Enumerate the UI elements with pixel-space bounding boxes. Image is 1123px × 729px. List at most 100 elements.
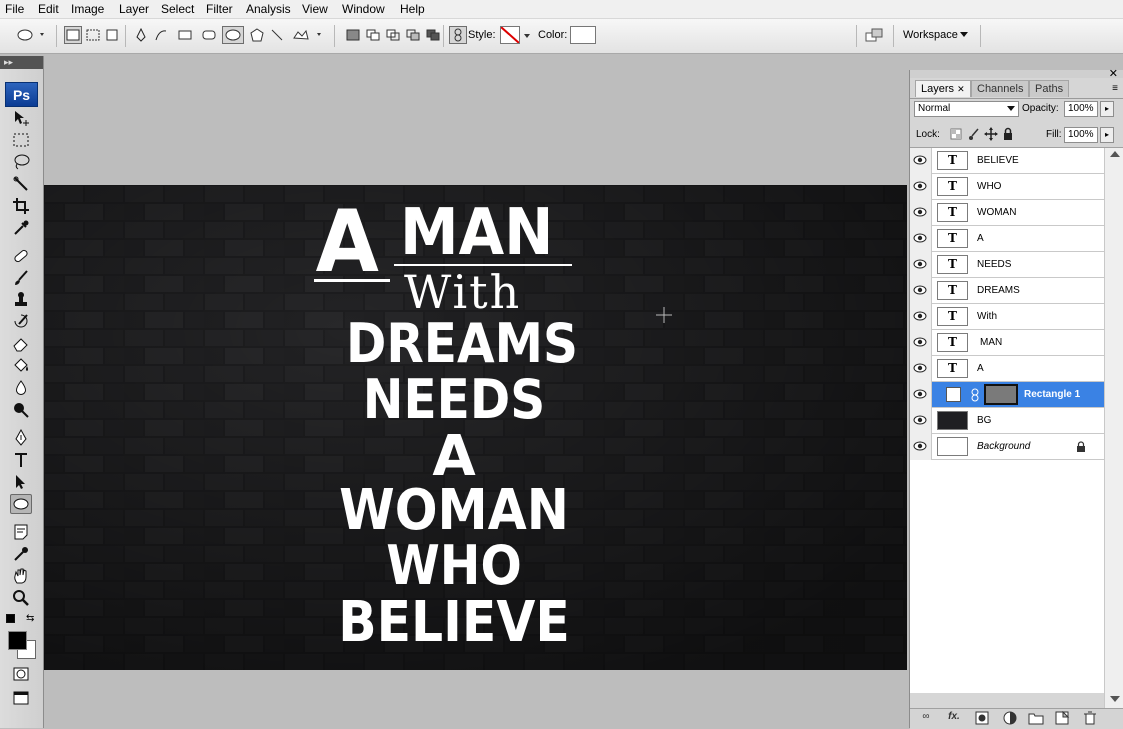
tool-preset-picker[interactable]	[14, 26, 48, 44]
lasso-tool[interactable]	[10, 152, 32, 172]
blur-tool[interactable]	[10, 378, 32, 398]
visibility-eye-icon[interactable]	[913, 336, 927, 348]
visibility-eye-icon[interactable]	[913, 284, 927, 296]
menu-image[interactable]: Image	[71, 2, 104, 16]
opacity-input[interactable]: 100%	[1064, 101, 1098, 117]
visibility-eye-icon[interactable]	[913, 232, 927, 244]
rectangle-shape-button[interactable]	[176, 26, 194, 44]
panel-title-bar[interactable]: ✕	[910, 68, 1123, 80]
visibility-eye-icon[interactable]	[913, 362, 927, 374]
delete-layer-trash-icon[interactable]	[1082, 711, 1098, 725]
menu-layer[interactable]: Layer	[119, 2, 149, 16]
brush-tool[interactable]	[10, 268, 32, 288]
visibility-eye-icon[interactable]	[913, 180, 927, 192]
shape-layers-mode-button[interactable]	[64, 26, 82, 44]
tab-close-icon[interactable]: ✕	[957, 84, 965, 94]
layer-row[interactable]: BG	[910, 408, 1104, 434]
layer-row[interactable]: T With	[910, 304, 1104, 330]
default-colors-icon[interactable]	[6, 614, 15, 623]
paint-bucket-tool[interactable]	[10, 356, 32, 376]
hand-tool[interactable]	[10, 566, 32, 586]
swap-colors-icon[interactable]: ⇆	[26, 613, 34, 624]
ellipse-tool[interactable]	[10, 494, 32, 514]
type-tool[interactable]	[10, 450, 32, 470]
link-style-button[interactable]	[449, 26, 467, 44]
crop-tool[interactable]	[10, 196, 32, 216]
history-brush-tool[interactable]	[10, 312, 32, 332]
visibility-eye-icon[interactable]	[913, 206, 927, 218]
menu-view[interactable]: View	[302, 2, 328, 16]
link-layers-icon[interactable]: ∞	[918, 711, 934, 725]
workspace-menu[interactable]: Workspace	[903, 26, 973, 44]
pen-tool[interactable]	[10, 428, 32, 448]
intersect-shape-area-button[interactable]	[404, 26, 422, 44]
visibility-eye-icon[interactable]	[913, 440, 927, 452]
visibility-eye-icon[interactable]	[913, 258, 927, 270]
menu-edit[interactable]: Edit	[38, 2, 59, 16]
subtract-shape-area-button[interactable]	[384, 26, 402, 44]
lock-position-move-icon[interactable]	[984, 127, 998, 141]
healing-brush-tool[interactable]	[10, 246, 32, 266]
marquee-tool[interactable]	[10, 130, 32, 150]
custom-shape-button[interactable]	[290, 26, 324, 44]
chain-link-icon[interactable]	[971, 388, 979, 402]
clone-stamp-tool[interactable]	[10, 290, 32, 310]
rounded-rectangle-button[interactable]	[200, 26, 218, 44]
menu-help[interactable]: Help	[400, 2, 425, 16]
layer-row[interactable]: T BELIEVE	[910, 148, 1104, 174]
color-sampler-tool[interactable]	[10, 544, 32, 564]
style-picker[interactable]	[500, 26, 520, 44]
notes-tool[interactable]	[10, 522, 32, 542]
lock-all-padlock-icon[interactable]	[1002, 127, 1014, 141]
layers-scrollbar[interactable]	[1104, 148, 1123, 708]
menu-analysis[interactable]: Analysis	[246, 2, 291, 16]
line-shape-button[interactable]	[268, 26, 286, 44]
path-selection-tool[interactable]	[10, 472, 32, 492]
visibility-eye-icon[interactable]	[913, 154, 927, 166]
new-group-folder-icon[interactable]	[1028, 711, 1044, 725]
eraser-tool[interactable]	[10, 334, 32, 354]
layer-row[interactable]: T MAN	[910, 330, 1104, 356]
layer-row[interactable]: T NEEDS	[910, 252, 1104, 278]
layer-row[interactable]: Background	[910, 434, 1104, 460]
chevron-down-icon[interactable]	[522, 26, 532, 44]
tab-layers[interactable]: Layers ✕	[915, 80, 971, 97]
color-swatch[interactable]	[570, 26, 596, 44]
menu-window[interactable]: Window	[342, 2, 385, 16]
layer-row[interactable]: T WOMAN	[910, 200, 1104, 226]
exclude-overlap-button[interactable]	[424, 26, 442, 44]
fill-input[interactable]: 100%	[1064, 127, 1098, 143]
menu-file[interactable]: File	[5, 2, 24, 16]
dodge-tool[interactable]	[10, 400, 32, 420]
layer-row[interactable]: T A	[910, 356, 1104, 382]
lock-transparent-icon[interactable]	[950, 128, 962, 140]
zoom-tool[interactable]	[10, 588, 32, 608]
scroll-up-arrow-icon[interactable]	[1110, 151, 1120, 157]
ellipse-shape-button[interactable]	[222, 26, 244, 44]
layer-row[interactable]: T A	[910, 226, 1104, 252]
pen-tool-button[interactable]	[132, 26, 150, 44]
quick-mask-button[interactable]	[10, 664, 32, 684]
polygon-shape-button[interactable]	[248, 26, 266, 44]
add-to-shape-area-button[interactable]	[364, 26, 382, 44]
layer-row[interactable]: T WHO	[910, 174, 1104, 200]
fill-pixels-mode-button[interactable]	[103, 26, 121, 44]
adjustment-layer-icon[interactable]	[1002, 711, 1018, 725]
visibility-eye-icon[interactable]	[913, 388, 927, 400]
toolbox-collapse-handle[interactable]: ▸▸	[0, 56, 43, 69]
opacity-slider-button[interactable]: ▸	[1100, 101, 1114, 117]
layer-row-selected[interactable]: Rectangle 1	[910, 382, 1104, 408]
layer-style-fx-button[interactable]: fx.	[946, 711, 962, 725]
tab-paths[interactable]: Paths	[1029, 80, 1070, 97]
document-image[interactable]: A MAN With DREAMS NEEDS A WOMAN WHO BELI…	[44, 185, 907, 670]
paths-mode-button[interactable]	[84, 26, 102, 44]
add-mask-icon[interactable]	[974, 711, 990, 725]
tab-channels[interactable]: Channels	[971, 80, 1030, 97]
visibility-eye-icon[interactable]	[913, 310, 927, 322]
visibility-eye-icon[interactable]	[913, 414, 927, 426]
move-tool[interactable]	[10, 108, 32, 128]
menu-select[interactable]: Select	[161, 2, 194, 16]
panel-menu-icon[interactable]: ≡	[1112, 83, 1118, 94]
eyedropper-tool[interactable]	[10, 218, 32, 238]
create-new-shape-layer-button[interactable]	[344, 26, 362, 44]
